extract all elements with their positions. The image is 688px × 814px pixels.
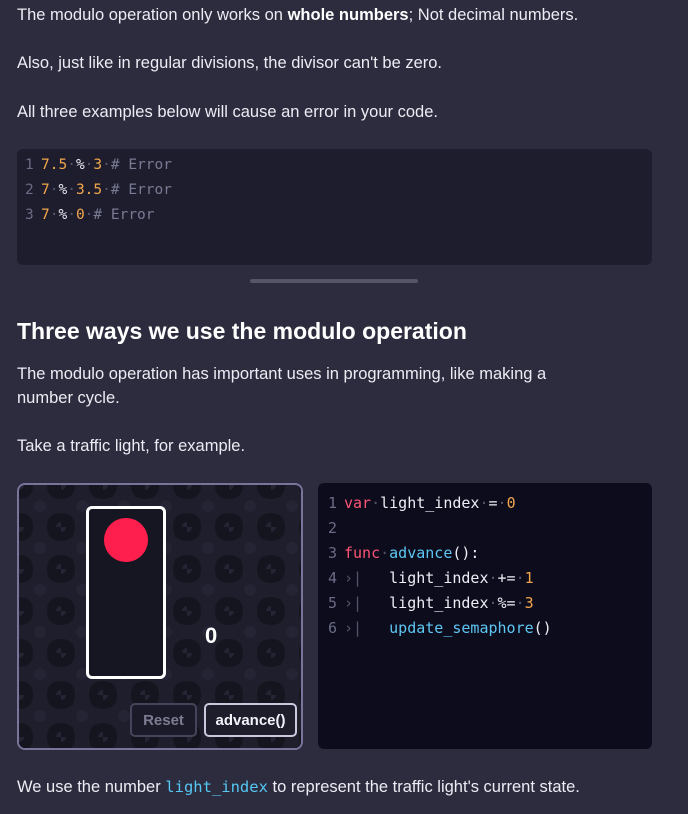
text-segment: We use the number [17,778,166,796]
code-line: 6 ›| update_semaphore() [328,619,552,637]
text-segment: The modulo operation only works on [17,6,288,24]
paragraph-divisor-zero: Also, just like in regular divisions, th… [17,54,443,72]
bold-text: whole numbers [287,6,409,24]
code-block-traffic-light: 1 var·light_index·=·0 2 3 func·advance(): … [318,483,652,749]
traffic-light-demo: 0 Reset advance() [17,483,303,750]
paragraph-error-examples: All three examples below will cause an e… [17,103,438,121]
tab-indicator-icon: ›| [344,569,390,587]
code-line: 5 ›| light_index·%=·3 [328,594,534,612]
advance-button[interactable]: advance() [204,703,297,737]
code-block-errors: 1 7.5·%·3·# Error 2 7·%·3.5·# Error 3 7·%·0… [17,149,652,265]
text-segment: ; Not decimal numbers. [408,6,579,24]
text-line: The modulo operation has important uses … [17,365,547,383]
section-divider [250,279,418,283]
code-line: 1 var·light_index·=·0 [328,494,516,512]
red-light [104,518,148,562]
paragraph-light-index: We use the number light_index to represe… [17,775,580,799]
section-heading: Three ways we use the modulo operation [17,318,467,344]
light-index-counter: 0 [205,623,218,648]
code-line: 3 7·%·0·# Error [25,207,155,223]
inline-code-light-index: light_index [165,778,268,796]
reset-button[interactable]: Reset [130,703,197,737]
tab-indicator-icon: ›| [344,619,390,637]
code-line: 4 ›| light_index·+=·1 [328,569,534,587]
text-line: number cycle. [17,389,120,407]
text-segment: to represent the traffic light's current… [267,778,580,796]
code-line: 2 [328,519,338,537]
code-line: 2 7·%·3.5·# Error [25,182,172,198]
code-line: 1 7.5·%·3·# Error [25,157,172,173]
paragraph-whole-numbers: The modulo operation only works on whole… [17,3,578,27]
paragraph-traffic-light: Take a traffic light, for example. [17,437,246,455]
code-line: 3 func·advance(): [328,544,480,562]
traffic-light-frame [86,506,166,679]
paragraph-number-cycle: The modulo operation has important uses … [17,362,657,410]
tab-indicator-icon: ›| [344,594,390,612]
